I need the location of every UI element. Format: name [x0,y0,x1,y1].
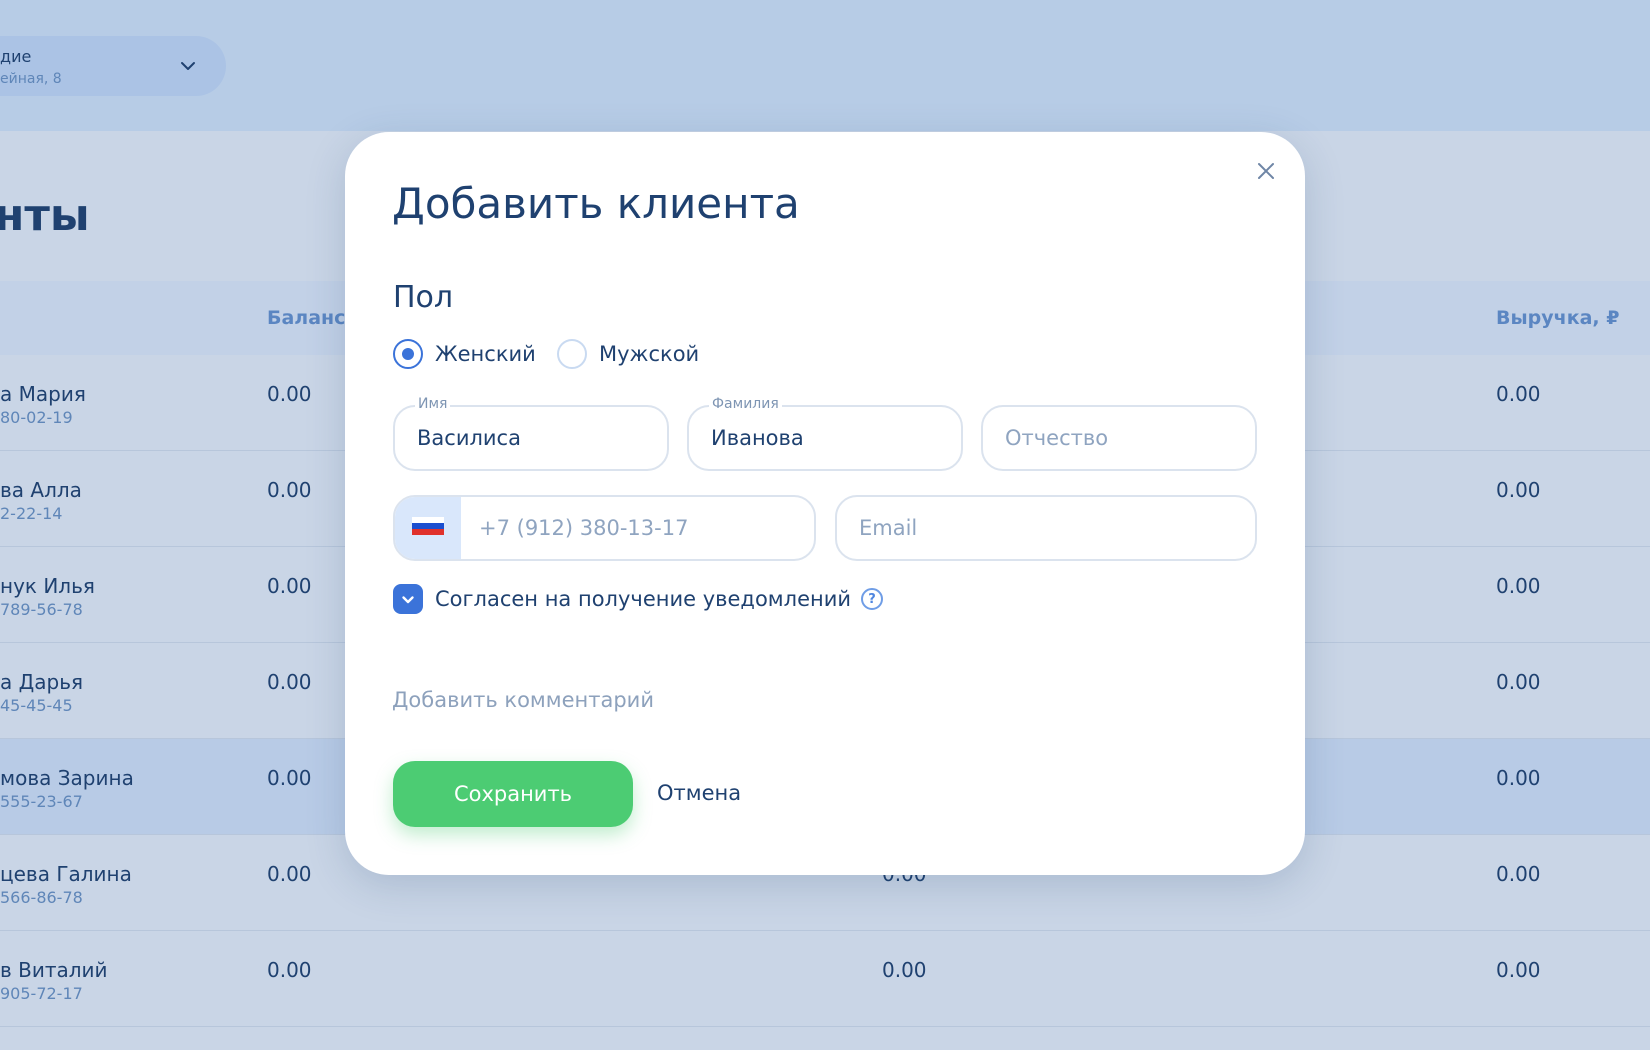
client-phone: 789-56-78 [0,600,83,619]
russia-flag-icon [412,517,444,539]
dialog-title: Добавить клиента [392,179,800,228]
client-revenue: 0.00 [1496,574,1541,598]
column-header-revenue[interactable]: Выручка, ₽ [1496,307,1619,329]
gender-label: Пол [393,280,454,315]
consent-checkbox[interactable] [393,584,423,614]
client-phone: 45-45-45 [0,696,73,715]
client-name: цева Галина [0,862,132,886]
client-name: мова Зарина [0,766,134,790]
client-revenue: 0.00 [1496,958,1541,982]
client-name: а Дарья [0,670,84,694]
first-name-field: Имя [393,396,669,471]
middle-name-input[interactable] [1005,407,1241,469]
location-name: дие [0,47,32,66]
client-balance: 0.00 [267,478,312,502]
gender-option-label: Женский [435,342,536,366]
client-phone: 555-23-67 [0,792,83,811]
add-client-dialog: Добавить клиента Пол Женский Мужской Имя… [345,132,1305,875]
client-name: нук Илья [0,574,95,598]
client-revenue: 0.00 [1496,766,1541,790]
radio-unchecked-icon[interactable] [557,339,587,369]
client-balance: 0.00 [267,382,312,406]
last-name-input[interactable] [711,407,947,469]
client-name: ва Алла [0,478,82,502]
gender-option-male[interactable]: Мужской [557,338,699,370]
consent-label: Согласен на получение уведомлений [435,587,852,611]
client-phone: 905-72-17 [0,984,83,1003]
chevron-down-icon[interactable] [178,56,198,76]
client-phone: 80-02-19 [0,408,73,427]
client-name: в Виталий [0,958,108,982]
email-input[interactable] [859,497,1241,559]
column-header-balance[interactable]: Баланс [267,307,345,329]
gender-option-label: Мужской [599,342,700,366]
email-field [835,495,1257,561]
cancel-button[interactable]: Отмена [657,781,741,805]
client-revenue: 0.00 [1496,862,1541,886]
client-phone: 2-22-14 [0,504,63,523]
country-select[interactable] [395,497,461,559]
radio-checked-icon[interactable] [393,339,423,369]
location-select[interactable]: дие ейная, 8 [0,36,226,96]
last-name-field: Фамилия [687,396,963,471]
client-revenue: 0.00 [1496,670,1541,694]
table-row[interactable]: в Виталий 905-72-17 0.00 0.00 0.00 [0,931,1650,1027]
save-button[interactable]: Сохранить [393,761,633,827]
first-name-input[interactable] [417,407,653,469]
client-revenue: 0.00 [1496,382,1541,406]
top-bar: дие ейная, 8 [0,0,1650,131]
client-balance: 0.00 [267,766,312,790]
check-icon [402,596,414,604]
notifications-consent: Согласен на получение уведомлений ? [393,584,884,614]
client-balance: 0.00 [267,670,312,694]
phone-field [393,495,816,561]
client-name: а Мария [0,382,86,406]
question-icon[interactable]: ? [861,588,884,610]
location-address: ейная, 8 [0,71,62,87]
client-revenue: 0.00 [1496,478,1541,502]
client-balance: 0.00 [267,574,312,598]
phone-input[interactable] [479,497,798,559]
page-title: нты [0,190,90,241]
add-comment-link[interactable]: Добавить комментарий [392,688,654,712]
gender-option-female[interactable]: Женский [393,338,536,370]
client-middle-value: 0.00 [882,958,927,982]
client-balance: 0.00 [267,862,312,886]
middle-name-field [981,405,1257,471]
close-icon[interactable] [1251,156,1281,186]
client-phone: 566-86-78 [0,888,83,907]
client-balance: 0.00 [267,958,312,982]
